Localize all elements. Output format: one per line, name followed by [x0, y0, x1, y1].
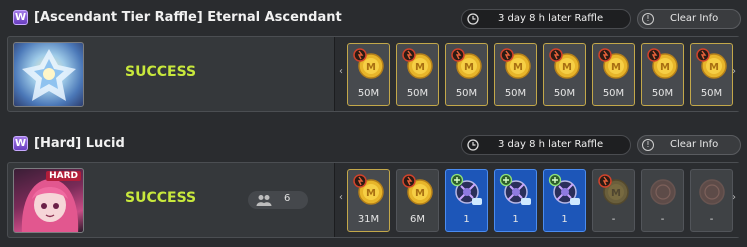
coin-icon: M [402, 174, 433, 205]
party-size: 6 [248, 191, 308, 209]
party-count: 6 [284, 193, 291, 204]
reward-item-amount: 50M [455, 88, 478, 99]
reward-item-amount: - [660, 214, 665, 225]
emblem-icon [699, 179, 725, 205]
coin-icon: M [598, 48, 629, 79]
info-icon: ! [642, 13, 654, 25]
crystal-icon [548, 173, 580, 205]
svg-text:M: M [611, 62, 621, 73]
reward-item-amount: 50M [504, 88, 527, 99]
coin-icon: M [451, 48, 482, 79]
reward-item-slot[interactable]: M 50M [592, 43, 635, 106]
ascendant-emblem-icon [22, 49, 76, 101]
reward-item-amount: 50M [553, 88, 576, 99]
reward-item-amount: 50M [651, 88, 674, 99]
crystal-icon [450, 173, 482, 205]
reward-item-amount: 1 [512, 214, 519, 225]
category-badge-icon: W [13, 136, 28, 151]
reward-item-slot[interactable]: M - [592, 169, 635, 232]
emblem-icon [650, 179, 676, 205]
raffle-timer: 3 day 8 h later Raffle [461, 135, 631, 155]
clock-icon [467, 139, 479, 151]
svg-text:M: M [464, 62, 474, 73]
coin-icon: M [696, 48, 727, 79]
reward-item-slot[interactable]: 1 [494, 169, 537, 232]
reward-item-slot[interactable]: M 50M [543, 43, 586, 106]
raffle-timer: 3 day 8 h later Raffle [461, 9, 631, 29]
clear-info-label: Clear Info [670, 139, 719, 150]
reward-item-slot[interactable]: - [641, 169, 684, 232]
reward-items-panel: ‹ › M 50M M 50M M 50M M 50M M 50M M 50M … [334, 37, 740, 111]
reward-item-amount: 50M [357, 88, 380, 99]
reward-item-amount: 1 [463, 214, 470, 225]
clear-info-label: Clear Info [670, 13, 719, 24]
reward-item-slot[interactable]: 1 [445, 169, 488, 232]
svg-text:M: M [611, 188, 621, 199]
clear-status: SUCCESS [125, 64, 197, 80]
reward-item-slot[interactable]: M 6M [396, 169, 439, 232]
boss-row: HARD SUCCESS 6 ‹ › M 31M M 6M 1 1 1 M - … [7, 162, 740, 238]
reward-item-slot[interactable]: M 50M [494, 43, 537, 106]
boss-title: [Ascendant Tier Raffle] Eternal Ascendan… [34, 10, 342, 25]
reward-item-slot[interactable]: M 31M [347, 169, 390, 232]
scroll-left-arrow-icon[interactable]: ‹ [337, 191, 345, 205]
clear-info-button[interactable]: ! Clear Info [637, 135, 741, 155]
reward-items-panel: ‹ › M 31M M 6M 1 1 1 M - - - [334, 163, 740, 237]
svg-text:M: M [513, 62, 523, 73]
svg-text:M: M [709, 62, 719, 73]
svg-text:M: M [366, 188, 376, 199]
coin-icon: M [549, 48, 580, 79]
coin-icon: M [353, 174, 384, 205]
reward-item-slot[interactable]: M 50M [347, 43, 390, 106]
svg-text:M: M [415, 188, 425, 199]
reward-item-amount: 1 [561, 214, 568, 225]
scroll-left-arrow-icon[interactable]: ‹ [337, 65, 345, 79]
reward-item-slot[interactable]: M 50M [445, 43, 488, 106]
clear-info-button[interactable]: ! Clear Info [637, 9, 741, 29]
coin-icon: M [402, 48, 433, 79]
party-members-icon [256, 195, 272, 206]
reward-item-slot[interactable]: M 50M [690, 43, 733, 106]
coin-icon: M [647, 48, 678, 79]
coin-icon: M [598, 174, 629, 205]
section-header: W [Hard] Lucid 3 day 8 h later Raffle ! … [0, 128, 747, 158]
reward-item-slot[interactable]: 1 [543, 169, 586, 232]
boss-portrait [13, 42, 84, 107]
reward-item-amount: - [709, 214, 714, 225]
svg-text:M: M [660, 62, 670, 73]
difficulty-tag: HARD [46, 171, 81, 181]
coin-icon: M [500, 48, 531, 79]
boss-portrait: HARD [13, 168, 84, 233]
reward-item-amount: 31M [357, 214, 380, 225]
reward-item-amount: 6M [410, 214, 425, 225]
reward-item-amount: 50M [700, 88, 723, 99]
boss-row: SUCCESS ‹ › M 50M M 50M M 50M M 50M M 50… [7, 36, 740, 112]
info-icon: ! [642, 139, 654, 151]
crystal-icon [499, 173, 531, 205]
svg-text:M: M [415, 62, 425, 73]
reward-item-amount: 50M [406, 88, 429, 99]
svg-text:M: M [562, 62, 572, 73]
section-header: W [Ascendant Tier Raffle] Eternal Ascend… [0, 2, 747, 32]
category-badge-icon: W [13, 10, 28, 25]
clock-icon [467, 13, 479, 25]
boss-title: [Hard] Lucid [34, 136, 125, 151]
reward-item-slot[interactable]: M 50M [396, 43, 439, 106]
coin-icon: M [353, 48, 384, 79]
reward-item-slot[interactable]: M 50M [641, 43, 684, 106]
raffle-text: 3 day 8 h later Raffle [498, 13, 604, 24]
raffle-text: 3 day 8 h later Raffle [498, 139, 604, 150]
reward-item-slot[interactable]: - [690, 169, 733, 232]
reward-item-amount: 50M [602, 88, 625, 99]
clear-status: SUCCESS [125, 190, 197, 206]
svg-text:M: M [366, 62, 376, 73]
reward-item-amount: - [611, 214, 616, 225]
